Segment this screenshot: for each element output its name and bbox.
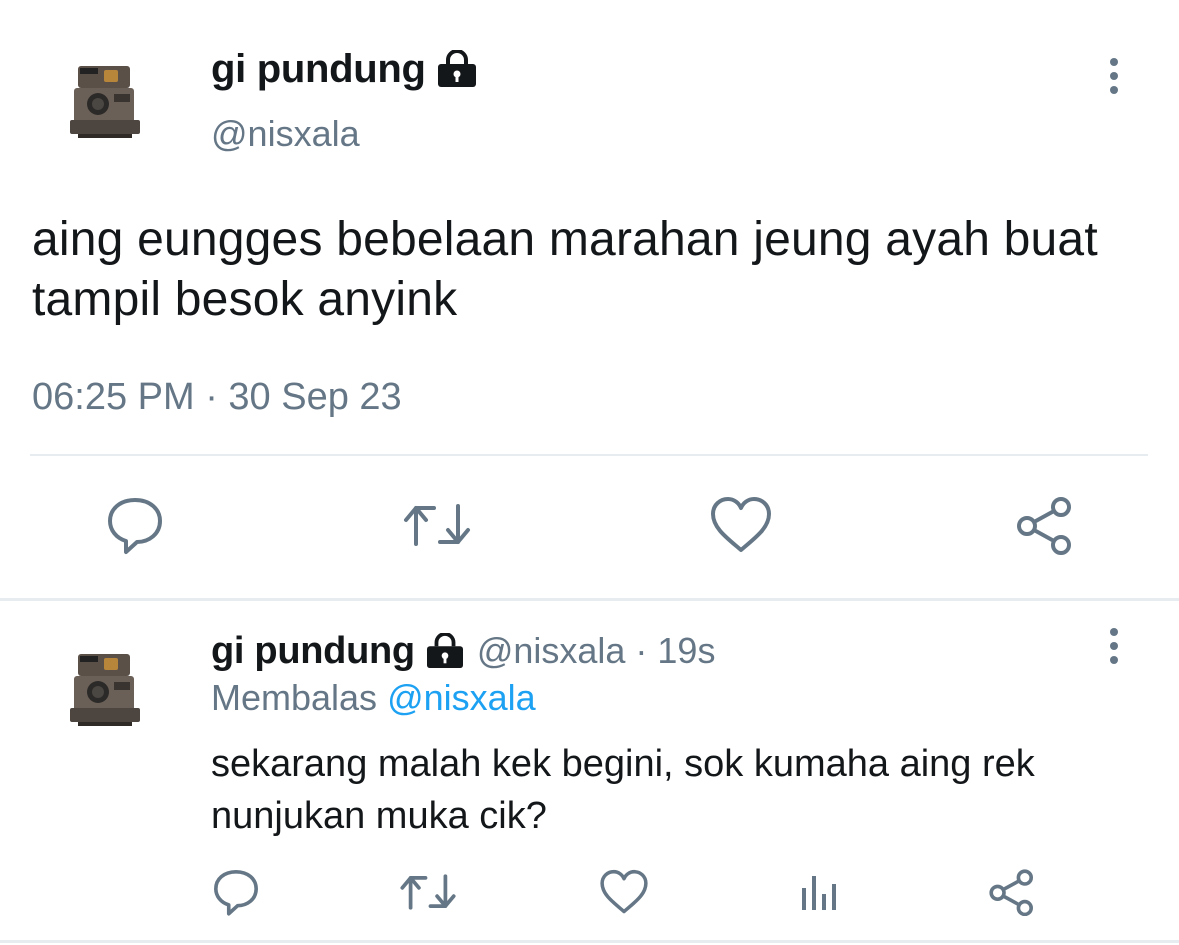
handle[interactable]: @nisxala	[211, 108, 360, 160]
tweet-text: aing eungges bebelaan marahan jeung ayah…	[32, 213, 1098, 326]
display-name[interactable]: gi pundung	[211, 47, 426, 92]
lock-icon	[436, 50, 478, 88]
like-icon[interactable]	[706, 490, 776, 560]
author-name-row: gi pundung	[211, 42, 478, 96]
main-tweet: gi pundung @nisxala aing eungges bebelaa…	[0, 0, 1179, 600]
replying-mention[interactable]: @nisxala	[387, 677, 536, 718]
camera-avatar-icon	[70, 66, 140, 138]
retweet-icon[interactable]	[402, 490, 472, 560]
reply-meta: @nisxala · 19s	[476, 630, 716, 671]
more-vertical-icon[interactable]	[1104, 626, 1124, 666]
avatar[interactable]	[66, 60, 146, 140]
share-icon[interactable]	[1010, 490, 1080, 560]
tweet-detail-page: gi pundung @nisxala aing eungges bebelaa…	[0, 0, 1179, 945]
replying-prefix: Membalas	[211, 677, 378, 718]
divider	[0, 940, 1179, 943]
more-vertical-icon[interactable]	[1104, 56, 1124, 96]
reply-header: gi pundung @nisxala · 19s	[211, 624, 715, 678]
divider	[30, 454, 1148, 456]
analytics-icon[interactable]	[788, 862, 848, 922]
camera-avatar-icon	[70, 654, 140, 726]
display-name[interactable]: gi pundung	[211, 630, 415, 673]
avatar[interactable]	[66, 648, 146, 728]
reply-icon[interactable]	[206, 862, 266, 922]
share-icon[interactable]	[982, 862, 1042, 922]
reply-text: sekarang malah kek begini, sok kumaha ai…	[211, 743, 1035, 837]
retweet-icon[interactable]	[398, 862, 458, 922]
like-icon[interactable]	[594, 862, 654, 922]
reply-icon[interactable]	[100, 490, 170, 560]
tweet-actions	[0, 490, 1179, 570]
lock-icon	[425, 633, 465, 669]
section-divider	[0, 598, 1179, 601]
replying-to: Membalas @nisxala	[211, 672, 536, 724]
reply-actions	[0, 862, 1179, 932]
tweet-timestamp[interactable]: 06:25 PM · 30 Sep 23	[32, 372, 402, 422]
